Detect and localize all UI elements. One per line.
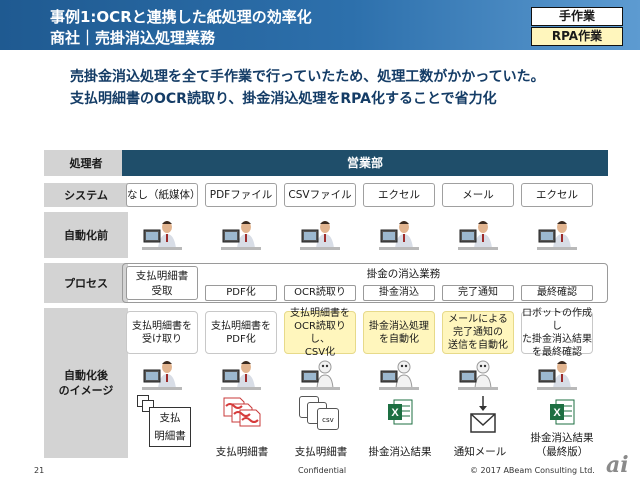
system-box: エクセル (521, 183, 593, 207)
person-at-computer-icon (142, 221, 182, 250)
output-label: （最終版） (535, 446, 589, 458)
output-label: 通知メール (453, 446, 507, 458)
confidential-label: Confidential (298, 466, 347, 475)
person-at-computer-icon (221, 221, 261, 250)
after-card-final-check: ロボットの作成し た掛金消込結果 を最終確認 (521, 307, 593, 358)
copyright-text: © 2017 ABeam Consulting Ltd. (470, 466, 595, 475)
process-group-label: 掛金の消込業務 (366, 268, 441, 280)
page-title: 事例1:OCRと連携した紙処理の効率化 (50, 8, 312, 26)
robot-at-computer-icon (379, 360, 419, 390)
watermark-logo: ai (606, 452, 629, 478)
row-label-processor: 処理者 (44, 150, 128, 176)
row-label-process: プロセス (44, 263, 128, 303)
person-at-computer-icon (142, 361, 182, 390)
system-box: PDFファイル (205, 183, 277, 207)
system-box: メール (442, 183, 514, 207)
person-at-computer-icon (221, 361, 261, 390)
system-box: なし（紙媒体） (126, 183, 201, 207)
person-at-computer-icon (537, 361, 577, 390)
person-at-computer-icon (379, 221, 419, 250)
output-label: 掛金消込結果 (530, 432, 594, 444)
person-at-computer-icon (537, 221, 577, 250)
department-bar: 営業部 (122, 150, 608, 176)
excel-file-icon: X (550, 399, 575, 425)
row-label-after: 自動化後 のイメージ (44, 308, 128, 458)
robot-at-computer-icon (458, 360, 498, 390)
process-step: 最終確認 (521, 285, 593, 301)
svg-text:X: X (553, 407, 561, 419)
after-card-reconcile: 掛金消込処理 を自動化 (363, 311, 435, 354)
after-card-notify: メールによる 完了通知の 送信を自動化 (442, 311, 514, 354)
summary-line-1: 売掛金消込処理を全て手作業で行っていたため、処理工数がかかっていた。 (70, 69, 545, 85)
row-label-system: システム (44, 183, 128, 207)
person-at-computer-icon (458, 221, 498, 250)
process-step: PDF化 (205, 285, 277, 301)
after-card-receive: 支払明細書を 受け取り (126, 311, 198, 354)
process-step: OCR読取り (284, 285, 356, 301)
row-label-before: 自動化前 (44, 212, 128, 258)
legend-manual-tag: 手作業 (531, 7, 623, 26)
svg-text:X: X (391, 407, 399, 419)
process-step: 掛金消込 (363, 285, 435, 301)
output-label: 掛金消込結果 (368, 446, 432, 458)
system-box: エクセル (363, 183, 435, 207)
robot-at-computer-icon (300, 360, 340, 390)
person-at-computer-icon (300, 221, 340, 250)
paper-document-icon: 支払 明細書 (137, 395, 193, 451)
after-card-ocr: 支払明細書を OCR読取りし、 CSV化 (284, 308, 356, 358)
legend-rpa-tag: RPA作業 (531, 27, 623, 46)
output-label: 支払明細書 (215, 446, 269, 458)
after-card-pdf: 支払明細書を PDF化 (205, 311, 277, 354)
process-step-receive: 支払明細書 受取 (126, 266, 198, 300)
system-box: CSVファイル (284, 183, 356, 207)
csv-file-icon: csv (299, 396, 345, 432)
output-label: 支払明細書 (294, 446, 348, 458)
summary-line-2: 支払明細書のOCR読取り、掛金消込処理をRPA化することで省力化 (70, 91, 497, 107)
excel-file-icon: X (388, 399, 413, 425)
page-number: 21 (34, 466, 45, 475)
page-subtitle: 商社｜売掛消込処理業務 (50, 29, 216, 47)
pdf-file-icon (223, 397, 261, 427)
process-step: 完了通知 (442, 285, 514, 301)
mail-send-icon (470, 396, 496, 433)
